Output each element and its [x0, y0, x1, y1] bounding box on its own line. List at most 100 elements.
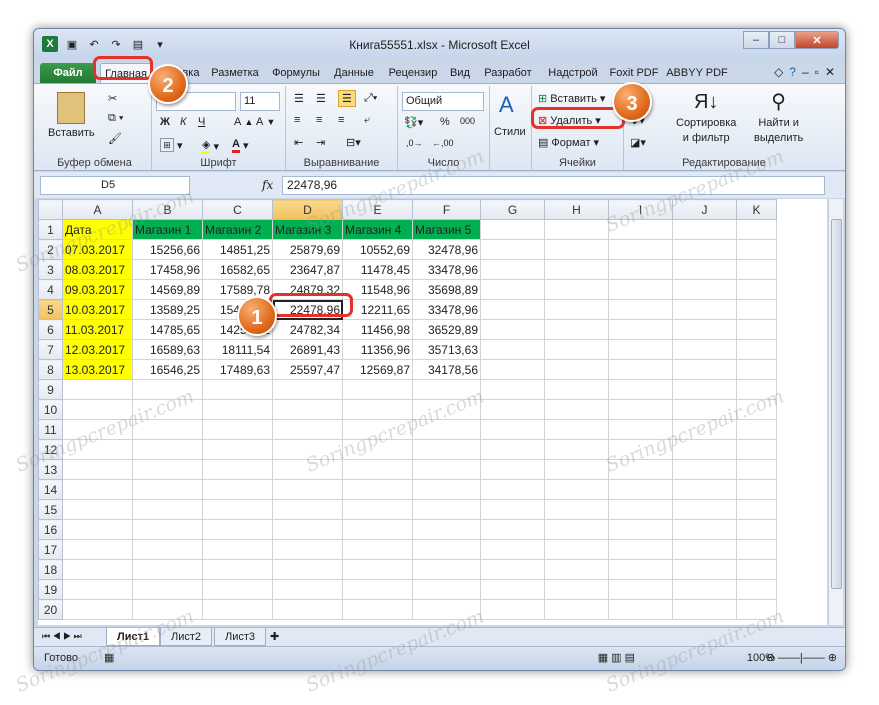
cell[interactable] [608, 479, 673, 500]
column-header-f[interactable]: F [412, 199, 481, 220]
tab-layout[interactable]: Разметка [206, 63, 264, 83]
cell[interactable] [62, 559, 133, 580]
cell[interactable]: 36529,89 [412, 319, 481, 340]
cell[interactable] [272, 439, 343, 460]
cell[interactable]: Магазин 1 [132, 219, 203, 240]
cell[interactable]: Магазин 3 [272, 219, 343, 240]
cell[interactable] [608, 339, 673, 360]
cell[interactable]: 12211,65 [342, 299, 413, 320]
cell[interactable] [544, 319, 609, 340]
formula-input[interactable]: 22478,96 [282, 176, 825, 195]
view-buttons[interactable]: ▦ ▥ ▤ [598, 651, 635, 664]
align-right-icon[interactable]: ≡ [338, 114, 344, 126]
cell[interactable]: Дата [62, 219, 133, 240]
column-header-b[interactable]: B [132, 199, 203, 220]
cell[interactable] [342, 399, 413, 420]
cell[interactable]: 09.03.2017 [62, 279, 133, 300]
cell[interactable] [202, 439, 273, 460]
cell[interactable] [132, 559, 203, 580]
column-header-k[interactable]: K [736, 199, 777, 220]
cell[interactable]: 25879,69 [272, 239, 343, 260]
cell[interactable]: 13.03.2017 [62, 359, 133, 380]
cell[interactable] [672, 219, 737, 240]
cell[interactable]: 12569,87 [342, 359, 413, 380]
cell[interactable]: 11456,98 [342, 319, 413, 340]
cell[interactable] [202, 379, 273, 400]
cell[interactable] [608, 379, 673, 400]
align-top-icon[interactable]: ☰ [294, 92, 304, 105]
cell[interactable] [544, 559, 609, 580]
styles-button[interactable]: Стили [494, 126, 526, 138]
cell[interactable] [544, 279, 609, 300]
format-cells-button[interactable]: ▤ Формат ▾ [538, 136, 599, 150]
cell[interactable]: 14569,89 [132, 279, 203, 300]
column-header-d[interactable]: D [272, 199, 343, 220]
cell[interactable] [62, 479, 133, 500]
cell[interactable] [202, 579, 273, 600]
cell[interactable] [544, 499, 609, 520]
row-header[interactable]: 19 [38, 579, 63, 600]
cell[interactable]: 11478,45 [342, 259, 413, 280]
cell[interactable] [672, 479, 737, 500]
tab-formulas[interactable]: Формулы [268, 63, 324, 83]
cell[interactable]: Магазин 5 [412, 219, 481, 240]
row-header[interactable]: 3 [38, 259, 63, 280]
cell[interactable] [480, 579, 545, 600]
row-header[interactable]: 1 [38, 219, 63, 240]
fill-color-icon[interactable]: ◈ ▾ [202, 138, 219, 154]
cell[interactable] [62, 599, 133, 620]
cell[interactable] [412, 399, 481, 420]
cell[interactable] [672, 559, 737, 580]
cell[interactable] [342, 579, 413, 600]
cell[interactable] [412, 579, 481, 600]
cell[interactable] [412, 519, 481, 540]
help-icon[interactable]: ? [789, 65, 796, 79]
row-header[interactable]: 6 [38, 319, 63, 340]
cell[interactable] [480, 359, 545, 380]
cell[interactable] [342, 599, 413, 620]
merge-center-icon[interactable]: ⊟▾ [346, 136, 361, 149]
cell[interactable] [202, 539, 273, 560]
cell[interactable]: Магазин 2 [202, 219, 273, 240]
cell[interactable] [202, 519, 273, 540]
cell[interactable] [608, 559, 673, 580]
cell[interactable] [342, 559, 413, 580]
cell[interactable] [272, 459, 343, 480]
cell[interactable] [412, 499, 481, 520]
cell[interactable] [62, 459, 133, 480]
scrollbar-thumb[interactable] [831, 219, 842, 589]
align-center-icon[interactable]: ≡ [316, 114, 322, 126]
cell[interactable] [736, 319, 777, 340]
vertical-scrollbar[interactable] [828, 199, 843, 625]
cell[interactable] [736, 459, 777, 480]
cell[interactable] [544, 439, 609, 460]
row-header[interactable]: 4 [38, 279, 63, 300]
row-header[interactable]: 8 [38, 359, 63, 380]
cell[interactable] [672, 579, 737, 600]
cell[interactable] [672, 399, 737, 420]
cell[interactable] [608, 279, 673, 300]
cell[interactable] [544, 259, 609, 280]
cell[interactable] [480, 399, 545, 420]
cell[interactable] [544, 399, 609, 420]
number-format-combo[interactable]: Общий [402, 92, 484, 111]
cell[interactable] [608, 419, 673, 440]
cell[interactable] [342, 539, 413, 560]
cell[interactable] [412, 599, 481, 620]
row-header[interactable]: 20 [38, 599, 63, 620]
cell[interactable] [544, 219, 609, 240]
orientation-icon[interactable]: ⤢▾ [364, 92, 377, 105]
cell[interactable]: 26891,43 [272, 339, 343, 360]
cell[interactable] [480, 339, 545, 360]
cell[interactable]: 35713,63 [412, 339, 481, 360]
tab-developer[interactable]: Разработ [478, 63, 538, 83]
cell[interactable]: 23647,87 [272, 259, 343, 280]
cell[interactable] [736, 479, 777, 500]
cell[interactable] [342, 439, 413, 460]
cell[interactable] [736, 259, 777, 280]
cell[interactable] [736, 359, 777, 380]
cell[interactable] [480, 499, 545, 520]
cell[interactable] [62, 419, 133, 440]
cell[interactable] [736, 399, 777, 420]
cell[interactable] [132, 479, 203, 500]
